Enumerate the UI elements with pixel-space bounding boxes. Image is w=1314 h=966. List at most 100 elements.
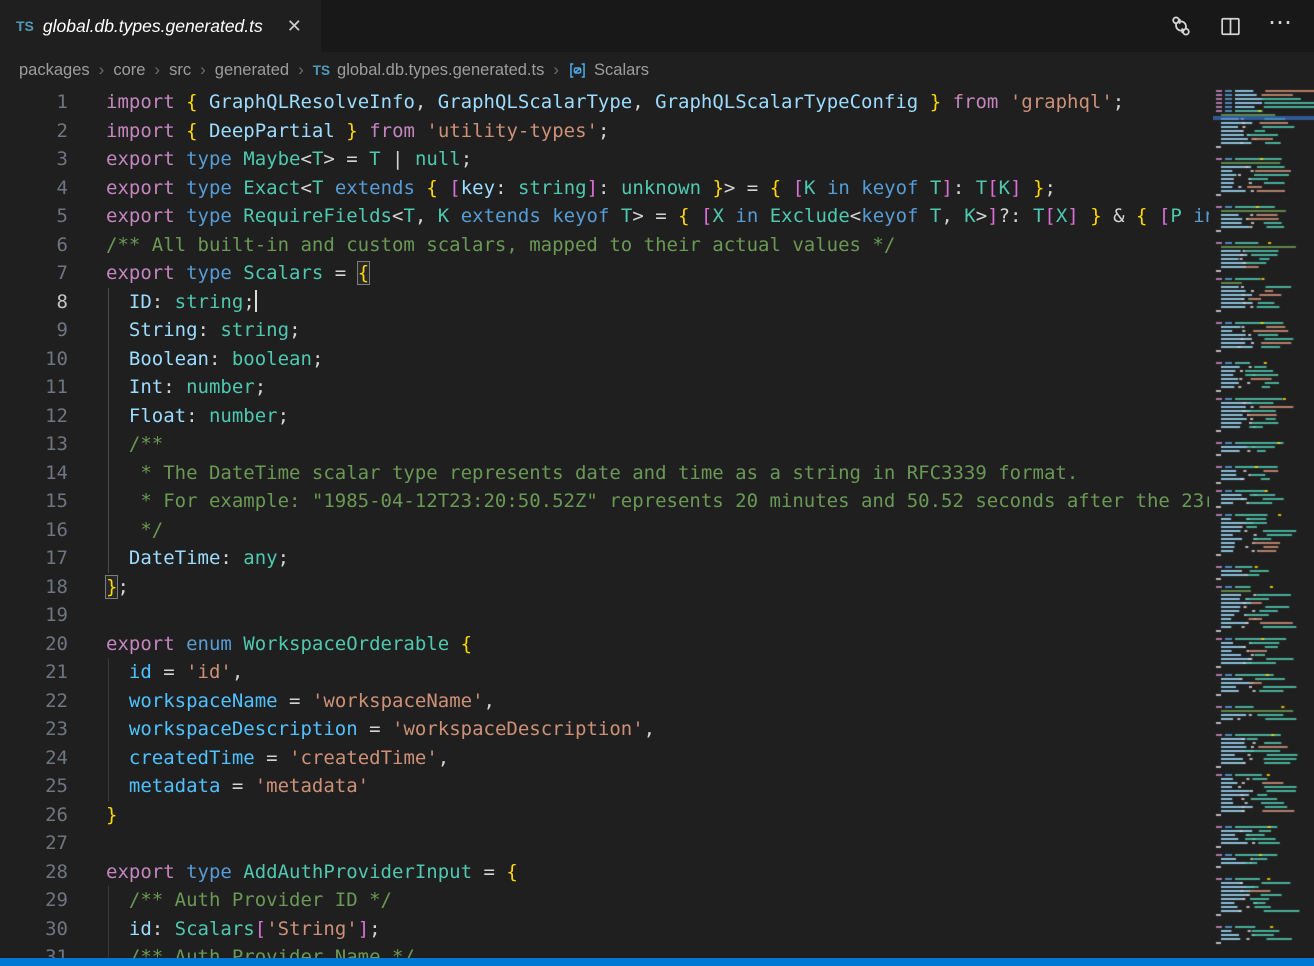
code-line[interactable]: 5 export type RequireFields<T, K extends … (0, 202, 1209, 231)
breadcrumb-separator: › (552, 60, 560, 80)
code-line-content: }; (106, 573, 129, 602)
code-line-content: Int: number; (106, 373, 266, 402)
breadcrumb-separator: › (297, 60, 305, 80)
code-line[interactable]: 25 metadata = 'metadata' (0, 772, 1209, 801)
text-cursor (255, 290, 257, 312)
code-line[interactable]: 4export type Exact<T extends { [key: str… (0, 174, 1209, 203)
tab-bar-spacer (321, 0, 1159, 52)
code-line[interactable]: 2import { DeepPartial } from 'utility-ty… (0, 117, 1209, 146)
tab-global-db-types-generated[interactable]: TS global.db.types.generated.ts ✕ (0, 0, 321, 52)
code-line-content: metadata = 'metadata' (106, 772, 369, 801)
code-line[interactable]: 30 id: Scalars['String']; (0, 915, 1209, 944)
code-line[interactable]: 21 id = 'id', (0, 658, 1209, 687)
code-line[interactable]: 12 Float: number; (0, 402, 1209, 431)
code-line-content: * For example: "1985-04-12T23:20:50.52Z"… (106, 487, 1209, 516)
code-line[interactable]: 26} (0, 801, 1209, 830)
line-number: 5 (0, 202, 68, 231)
code-line[interactable]: 31 /** Auth Provider Name */ (0, 943, 1209, 958)
line-number: 14 (0, 459, 68, 488)
line-number: 10 (0, 345, 68, 374)
open-changes-icon[interactable] (1169, 14, 1193, 38)
code-line[interactable]: 27 (0, 829, 1209, 858)
code-line[interactable]: 19 (0, 601, 1209, 630)
code-line-content: } (106, 801, 117, 830)
line-number: 3 (0, 145, 68, 174)
breadcrumb-label: src (169, 61, 191, 80)
code-line[interactable]: 6 /** All built-in and custom scalars, ma… (0, 231, 1209, 260)
code-line[interactable]: 9 String: string; (0, 316, 1209, 345)
line-number: 25 (0, 772, 68, 801)
breadcrumb-item-global-db-types-generated-ts[interactable]: TSglobal.db.types.generated.ts (313, 61, 545, 80)
code-lines-container: 1import { GraphQLResolveInfo, GraphQLSca… (0, 88, 1209, 958)
code-line[interactable]: 24 createdTime = 'createdTime', (0, 744, 1209, 773)
code-line[interactable]: 16 */ (0, 516, 1209, 545)
line-number: 24 (0, 744, 68, 773)
code-line[interactable]: 18}; (0, 573, 1209, 602)
line-number: 8 (0, 288, 68, 317)
symbol-type-icon (568, 61, 587, 80)
breadcrumb-label: packages (19, 61, 90, 80)
code-line-content: */ (106, 516, 163, 545)
code-line[interactable]: 28export type AddAuthProviderInput = { (0, 858, 1209, 887)
line-number: 6 (0, 231, 68, 260)
code-line[interactable]: 3export type Maybe<T> = T | null; (0, 145, 1209, 174)
indent-guide (108, 658, 109, 801)
split-editor-icon[interactable] (1219, 15, 1242, 38)
code-line[interactable]: 14 * The DateTime scalar type represents… (0, 459, 1209, 488)
code-line[interactable]: 17 DateTime: any; (0, 544, 1209, 573)
code-line[interactable]: 10 Boolean: boolean; (0, 345, 1209, 374)
code-line[interactable]: 13 /** (0, 430, 1209, 459)
code-line-content: createdTime = 'createdTime', (106, 744, 449, 773)
line-number: 16 (0, 516, 68, 545)
line-number: 13 (0, 430, 68, 459)
breadcrumb-item-core[interactable]: core (113, 61, 145, 80)
code-line[interactable]: 29 /** Auth Provider ID */ (0, 886, 1209, 915)
code-line-content: Boolean: boolean; (106, 345, 323, 374)
code-line[interactable]: 23 workspaceDescription = 'workspaceDesc… (0, 715, 1209, 744)
code-line[interactable]: 15 * For example: "1985-04-12T23:20:50.5… (0, 487, 1209, 516)
code-line[interactable]: 7export type Scalars = { (0, 259, 1209, 288)
tab-close-icon[interactable]: ✕ (282, 14, 307, 39)
code-line-content: export type RequireFields<T, K extends k… (106, 202, 1209, 231)
code-editor[interactable]: 1import { GraphQLResolveInfo, GraphQLSca… (0, 88, 1209, 958)
breadcrumb-label: global.db.types.generated.ts (337, 61, 544, 80)
breadcrumb-label: Scalars (594, 61, 649, 80)
line-number: 18 (0, 573, 68, 602)
code-line-content: import { GraphQLResolveInfo, GraphQLScal… (106, 88, 1124, 117)
editor-actions: ⋯ (1159, 0, 1314, 52)
indent-guide (108, 288, 109, 573)
code-line-content: /** Auth Provider Name */ (106, 943, 415, 958)
breadcrumb-item-src[interactable]: src (169, 61, 191, 80)
breadcrumb-label: core (113, 61, 145, 80)
code-line[interactable]: 20export enum WorkspaceOrderable { (0, 630, 1209, 659)
breadcrumb-item-generated[interactable]: generated (215, 61, 289, 80)
code-line-content: /** All built-in and custom scalars, map… (106, 231, 895, 260)
code-line[interactable]: 22 workspaceName = 'workspaceName', (0, 687, 1209, 716)
line-number: 4 (0, 174, 68, 203)
code-line-content: Float: number; (106, 402, 289, 431)
line-number: 12 (0, 402, 68, 431)
code-line-content: String: string; (106, 316, 301, 345)
status-bar[interactable] (0, 958, 1314, 966)
code-line[interactable]: 11 Int: number; (0, 373, 1209, 402)
breadcrumb-separator: › (98, 60, 106, 80)
breadcrumb-separator: › (199, 60, 207, 80)
line-number: 26 (0, 801, 68, 830)
tab-label: global.db.types.generated.ts (43, 16, 263, 37)
breadcrumb-item-scalars[interactable]: Scalars (568, 61, 649, 80)
code-line-content: workspaceDescription = 'workspaceDescrip… (106, 715, 655, 744)
code-line-content: export enum WorkspaceOrderable { (106, 630, 472, 659)
code-line-content: id: Scalars['String']; (106, 915, 381, 944)
line-number: 11 (0, 373, 68, 402)
breadcrumb-item-packages[interactable]: packages (19, 61, 90, 80)
more-actions-icon[interactable]: ⋯ (1268, 11, 1292, 41)
code-line-content: workspaceName = 'workspaceName', (106, 687, 495, 716)
code-line-content: * The DateTime scalar type represents da… (106, 459, 1078, 488)
code-line-content: import { DeepPartial } from 'utility-typ… (106, 117, 609, 146)
code-line[interactable]: 1import { GraphQLResolveInfo, GraphQLSca… (0, 88, 1209, 117)
code-line[interactable]: 8 ID: string; (0, 288, 1209, 317)
editor-tab-bar: TS global.db.types.generated.ts ✕ ⋯ (0, 0, 1314, 52)
code-line-content: DateTime: any; (106, 544, 289, 573)
minimap[interactable] (1213, 88, 1314, 958)
code-line-content: export type Scalars = { (106, 259, 369, 288)
